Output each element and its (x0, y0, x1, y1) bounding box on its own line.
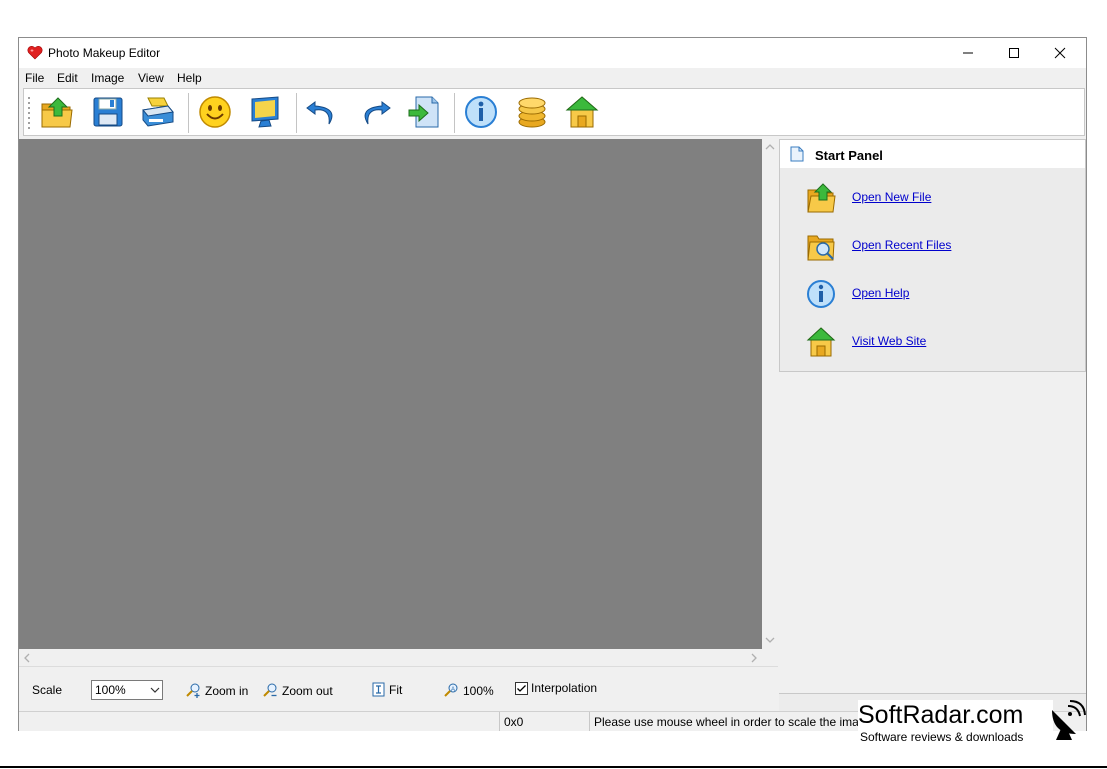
toolbar-home-button[interactable] (564, 94, 600, 130)
toolbar-save-button[interactable] (90, 94, 126, 130)
status-divider (589, 712, 590, 731)
toolbar-grip[interactable] (27, 95, 31, 131)
actual-size-label: 100% (463, 683, 494, 698)
image-canvas[interactable] (19, 139, 762, 649)
zoom-in-label: Zoom in (205, 683, 249, 698)
menu-file[interactable]: File (25, 71, 44, 85)
zoom-out-label: Zoom out (282, 683, 333, 698)
scale-select[interactable]: 100% (91, 680, 163, 700)
toolbar-screen-button[interactable] (247, 94, 283, 130)
start-panel-title: Start Panel (815, 148, 883, 163)
zoom-bar: Scale 100% Zoom in Zoom out Fit A 100% I… (19, 666, 778, 711)
interpolation-label: Interpolation (531, 681, 598, 695)
visit-web-site-link[interactable]: Visit Web Site (852, 334, 926, 348)
toolbar-redo-button[interactable] (356, 94, 392, 130)
home-icon (565, 96, 599, 128)
fit-button[interactable]: Fit (371, 682, 402, 697)
toolbar-undo-button[interactable] (305, 94, 341, 130)
toolbar-scan-button[interactable] (140, 94, 176, 130)
start-panel: Start Panel Open New File Open Recent Fi… (779, 139, 1086, 372)
svg-text:A: A (451, 687, 455, 693)
undo-icon (306, 101, 333, 125)
scroll-left-icon[interactable] (23, 653, 31, 663)
softradar-watermark: SoftRadar.com Software reviews & downloa… (858, 700, 1088, 750)
horizontal-scrollbar[interactable] (19, 649, 778, 666)
scroll-up-icon[interactable] (765, 143, 775, 151)
save-floppy-icon (93, 97, 123, 127)
watermark-brand: SoftRadar.com (858, 701, 1024, 729)
toolbar-info-button[interactable] (463, 94, 499, 130)
side-panel-area: Start Panel Open New File Open Recent Fi… (779, 139, 1086, 712)
open-new-file-link[interactable]: Open New File (852, 190, 931, 204)
app-window: Photo Makeup Editor File Edit Image View… (18, 37, 1087, 731)
scanner-icon (142, 97, 174, 127)
monitor-icon (251, 96, 279, 128)
menu-bar: File Edit Image View Help (19, 68, 1086, 88)
heart-app-icon (27, 46, 43, 60)
title-bar[interactable]: Photo Makeup Editor (19, 38, 1086, 68)
fit-label: Fit (389, 682, 403, 697)
smiley-face-icon (199, 96, 231, 128)
satellite-dish-icon (1052, 700, 1086, 740)
hint-status: Please use mouse wheel in order to scale… (594, 715, 873, 729)
toolbar-makeup-button[interactable] (197, 94, 233, 130)
zoom-out-button[interactable]: Zoom out (262, 682, 333, 699)
menu-edit[interactable]: Edit (57, 71, 78, 85)
maximize-button[interactable] (991, 38, 1037, 68)
interpolation-checkbox[interactable] (515, 681, 528, 695)
image-size-status: 0x0 (504, 715, 524, 729)
vertical-scrollbar[interactable] (762, 139, 778, 649)
chevron-down-icon (150, 687, 160, 693)
toolbar (23, 88, 1085, 136)
zoom-out-icon (263, 683, 277, 697)
document-icon (790, 146, 804, 162)
toolbar-separator (296, 93, 298, 133)
open-recent-files-link[interactable]: Open Recent Files (852, 238, 951, 252)
recent-files-icon (807, 235, 835, 261)
export-document-icon (408, 96, 439, 128)
status-divider (499, 712, 500, 731)
info-icon (807, 280, 835, 308)
open-folder-icon (41, 97, 73, 128)
coins-icon (518, 97, 546, 128)
actual-size-icon: A (444, 683, 458, 697)
menu-help[interactable]: Help (177, 71, 202, 85)
open-help-link[interactable]: Open Help (852, 286, 909, 300)
close-icon (1054, 47, 1066, 59)
toolbar-separator (188, 93, 190, 133)
zoom-in-icon (186, 683, 200, 698)
window-title: Photo Makeup Editor (48, 46, 161, 60)
scroll-right-icon[interactable] (750, 653, 758, 663)
minimize-icon (963, 52, 973, 54)
open-folder-icon (807, 183, 836, 213)
interpolation-option[interactable]: Interpolation (515, 681, 597, 695)
minimize-button[interactable] (945, 38, 991, 68)
toolbar-separator (454, 93, 456, 133)
start-panel-header: Start Panel (780, 140, 1085, 168)
toolbar-export-button[interactable] (406, 94, 442, 130)
toolbar-open-button[interactable] (39, 94, 75, 130)
redo-icon (364, 101, 391, 125)
actual-size-button[interactable]: A 100% (443, 682, 494, 699)
page-bottom-border (0, 766, 1107, 768)
home-icon (806, 327, 836, 357)
menu-view[interactable]: View (138, 71, 164, 85)
scale-label: Scale (32, 683, 63, 697)
zoom-in-button[interactable]: Zoom in (185, 682, 248, 699)
maximize-icon (1009, 48, 1019, 58)
info-icon (465, 96, 497, 128)
watermark-tagline: Software reviews & downloads (860, 730, 1024, 744)
menu-image[interactable]: Image (91, 71, 124, 85)
close-button[interactable] (1037, 38, 1083, 68)
toolbar-coins-button[interactable] (514, 94, 550, 130)
scale-value: 100% (95, 683, 126, 697)
scroll-down-icon[interactable] (765, 636, 775, 644)
fit-icon (372, 682, 385, 697)
